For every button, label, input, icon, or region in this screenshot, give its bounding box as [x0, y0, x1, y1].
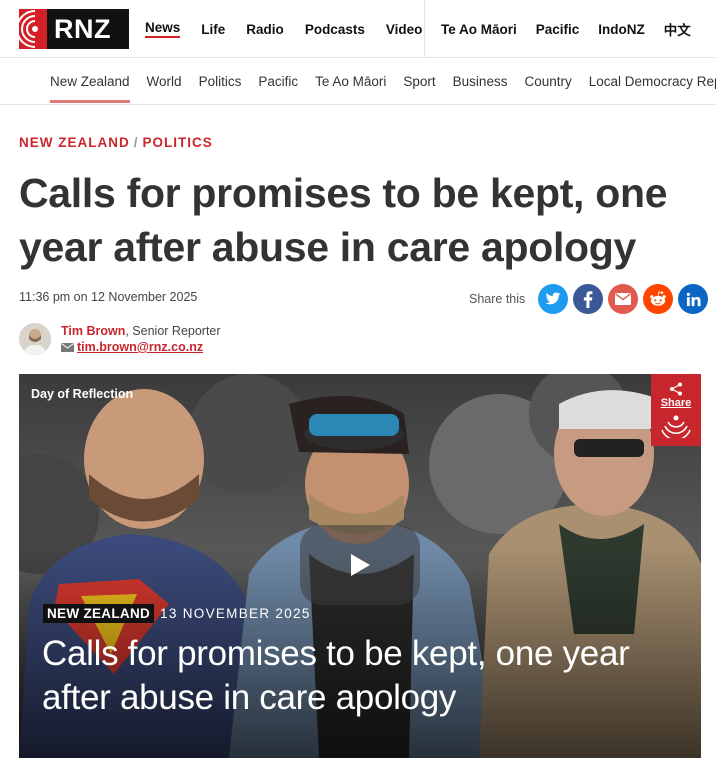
secondary-nav-te-ao-maori[interactable]: Te Ao Māori — [441, 22, 517, 37]
share-label: Share this — [469, 292, 526, 306]
secondary-nav: Te Ao Māori Pacific IndoNZ 中文 — [441, 0, 710, 58]
author-email-link[interactable]: tim.brown@rnz.co.nz — [77, 340, 203, 354]
subnav-world[interactable]: World — [147, 59, 182, 104]
subnav-new-zealand[interactable]: New Zealand — [50, 59, 130, 104]
main-nav-news[interactable]: News — [145, 20, 181, 38]
subnav-te-ao-maori[interactable]: Te Ao Māori — [315, 59, 386, 104]
radio-waves-icon — [19, 9, 47, 49]
hero-section-badge: NEW ZEALAND — [43, 604, 155, 623]
kicker-separator: / — [133, 135, 139, 150]
article-kicker: NEW ZEALAND / POLITICS — [19, 135, 213, 150]
subnav-country[interactable]: Country — [524, 59, 571, 104]
facebook-icon[interactable] — [573, 284, 604, 314]
linkedin-icon[interactable] — [678, 284, 709, 314]
secondary-nav-indonz[interactable]: IndoNZ — [598, 22, 645, 37]
subnav-business[interactable]: Business — [453, 59, 508, 104]
share-icon — [670, 382, 682, 396]
subnav-local-democracy[interactable]: Local Democracy Rep — [589, 59, 716, 104]
author-byline: Tim Brown, Senior Reporter tim.brown@rnz… — [61, 323, 221, 356]
hero-video[interactable]: Day of Reflection Share NEW ZEALAND 13 N… — [19, 374, 701, 758]
share-bar: Share this — [469, 284, 709, 314]
rnz-logo[interactable]: RNZ — [19, 9, 129, 49]
play-icon — [351, 554, 370, 576]
subnav-pacific[interactable]: Pacific — [258, 59, 298, 104]
subnav-sport[interactable]: Sport — [403, 59, 435, 104]
article-dateline: 11:36 pm on 12 November 2025 — [19, 290, 198, 304]
nav-divider — [424, 0, 425, 58]
author-role: , Senior Reporter — [125, 324, 221, 338]
top-bar: RNZ News Life Radio Podcasts Video Te Ao… — [0, 0, 716, 58]
video-share-button[interactable]: Share — [651, 374, 701, 446]
author-name-link[interactable]: Tim Brown — [61, 324, 125, 338]
main-nav-life[interactable]: Life — [201, 22, 225, 37]
main-nav-video[interactable]: Video — [386, 22, 423, 37]
hero-overlay-title: Calls for promises to be kept, one year … — [42, 634, 630, 717]
author-avatar[interactable] — [19, 323, 51, 355]
secondary-nav-pacific[interactable]: Pacific — [536, 22, 580, 37]
kicker-section-link[interactable]: NEW ZEALAND — [19, 135, 130, 150]
radio-waves-icon — [661, 415, 691, 438]
hero-date: 13 NOVEMBER 2025 — [160, 606, 311, 621]
play-button[interactable] — [300, 525, 420, 605]
secondary-nav-chinese[interactable]: 中文 — [664, 19, 691, 39]
main-nav: News Life Radio Podcasts Video — [145, 0, 443, 58]
article-headline: Calls for promises to be kept, one year … — [19, 170, 668, 270]
kicker-subsection-link[interactable]: POLITICS — [143, 135, 213, 150]
section-subnav: New Zealand World Politics Pacific Te Ao… — [0, 59, 716, 105]
subnav-politics[interactable]: Politics — [199, 59, 242, 104]
email-icon[interactable] — [608, 284, 639, 314]
logo-text: RNZ — [54, 13, 111, 44]
hero-tag: Day of Reflection — [31, 387, 134, 401]
video-share-label: Share — [660, 397, 692, 409]
twitter-icon[interactable] — [538, 284, 569, 314]
main-nav-radio[interactable]: Radio — [246, 22, 284, 37]
mail-icon — [61, 340, 74, 356]
main-nav-podcasts[interactable]: Podcasts — [305, 22, 365, 37]
hero-overlay-kicker: NEW ZEALAND 13 NOVEMBER 2025 — [43, 604, 311, 623]
reddit-icon[interactable] — [643, 284, 674, 314]
